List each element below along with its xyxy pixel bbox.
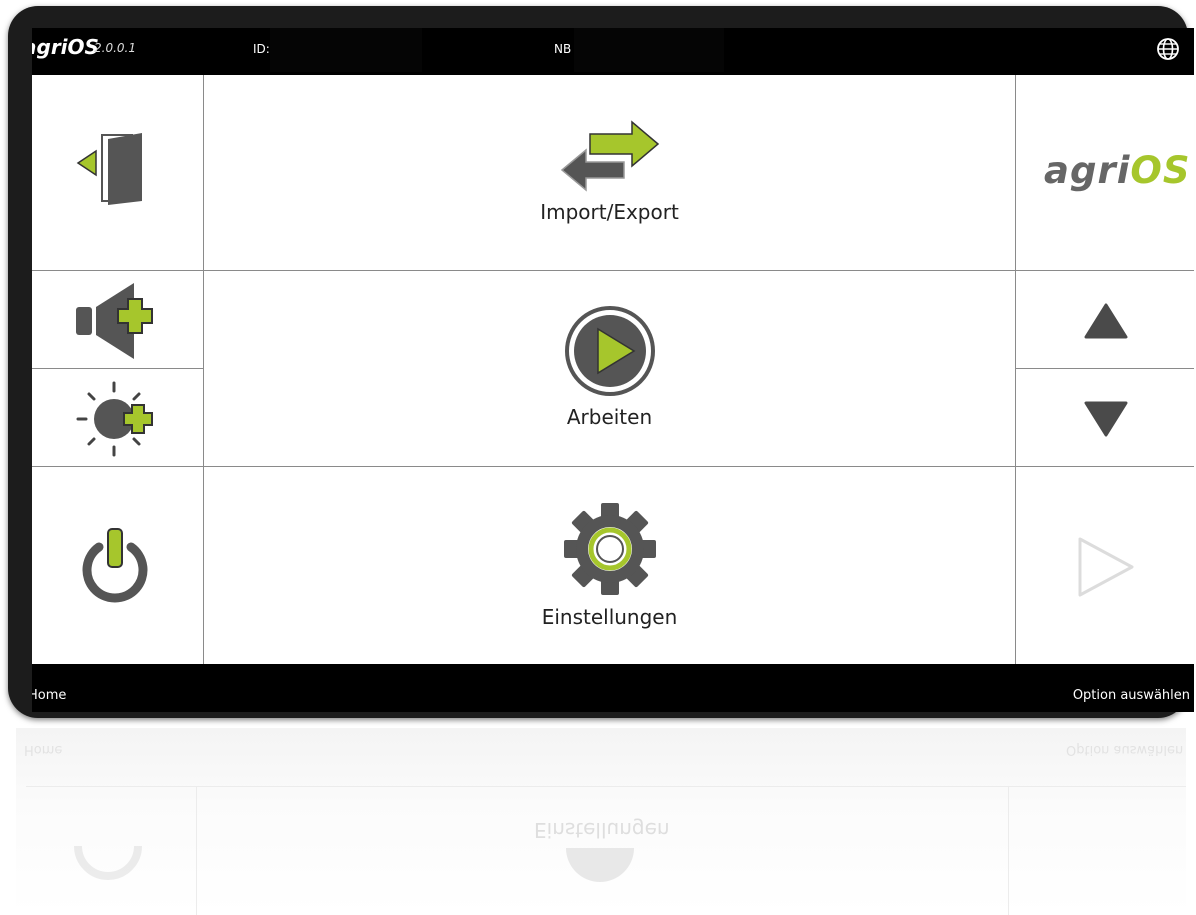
reflection-line <box>196 786 197 915</box>
reflection-option-text: Option auswählen <box>1066 742 1184 757</box>
triangle-up-icon <box>1084 303 1128 339</box>
settings-label: Einstellungen <box>541 604 678 629</box>
brightness-plus-icon <box>76 381 153 457</box>
play-outline-icon <box>1078 537 1134 597</box>
exit-door-icon <box>76 133 142 205</box>
volume-up-button[interactable] <box>32 271 204 369</box>
bottom-bar: Home Option auswählen <box>32 664 1194 712</box>
play-icon <box>564 305 655 396</box>
volume-plus-icon <box>76 283 153 359</box>
triangle-down-icon <box>1084 401 1128 437</box>
exit-button[interactable] <box>32 75 204 271</box>
reflection-settings-text: Einstellungen <box>534 818 670 842</box>
screen: agriOS 2.0.0.1 ID: NB <box>32 28 1194 712</box>
device-frame: agriOS 2.0.0.1 ID: NB <box>8 6 1194 718</box>
reflection-line <box>26 786 1186 787</box>
version-number: 2.0.0.1 <box>94 41 136 55</box>
logo-agri-text: agri <box>1044 149 1131 192</box>
reflection-home-text: Home <box>24 742 63 757</box>
nb-value-box <box>574 28 724 72</box>
id-value-box <box>270 28 422 72</box>
work-button[interactable]: Arbeiten <box>204 271 1016 467</box>
agrios-logo-cell: agriOS <box>1016 75 1194 271</box>
id-label: ID: <box>253 42 270 56</box>
power-button[interactable] <box>32 467 204 664</box>
device-reflection: Home Option auswählen Einstellungen <box>16 728 1186 915</box>
power-icon <box>82 528 148 603</box>
import-export-label: Import/Export <box>540 199 679 224</box>
import-export-icon <box>560 119 659 192</box>
next-button[interactable] <box>1016 467 1194 664</box>
scroll-down-button[interactable] <box>1016 369 1194 467</box>
breadcrumb-home: Home <box>32 688 67 703</box>
scroll-up-button[interactable] <box>1016 271 1194 369</box>
brand-title: agriOS <box>32 35 99 59</box>
reflection-line <box>1008 786 1009 915</box>
settings-button[interactable]: Einstellungen <box>204 467 1016 664</box>
agrios-logo: agriOS <box>1044 149 1191 192</box>
reflection-power-icon <box>74 846 142 880</box>
nb-label: NB <box>554 42 572 56</box>
import-export-button[interactable]: Import/Export <box>204 75 1016 271</box>
brightness-up-button[interactable] <box>32 369 204 467</box>
status-hint: Option auswählen <box>1072 688 1190 703</box>
work-label: Arbeiten <box>566 404 653 429</box>
logo-os-text: OS <box>1130 149 1191 192</box>
reflection-gear-icon <box>566 848 634 882</box>
main-grid: Import/Export Arbeiten Einstellungen agr… <box>32 75 1194 664</box>
gear-icon <box>563 502 656 595</box>
top-bar: agriOS 2.0.0.1 ID: NB <box>32 28 1194 75</box>
globe-icon[interactable] <box>1156 37 1180 61</box>
